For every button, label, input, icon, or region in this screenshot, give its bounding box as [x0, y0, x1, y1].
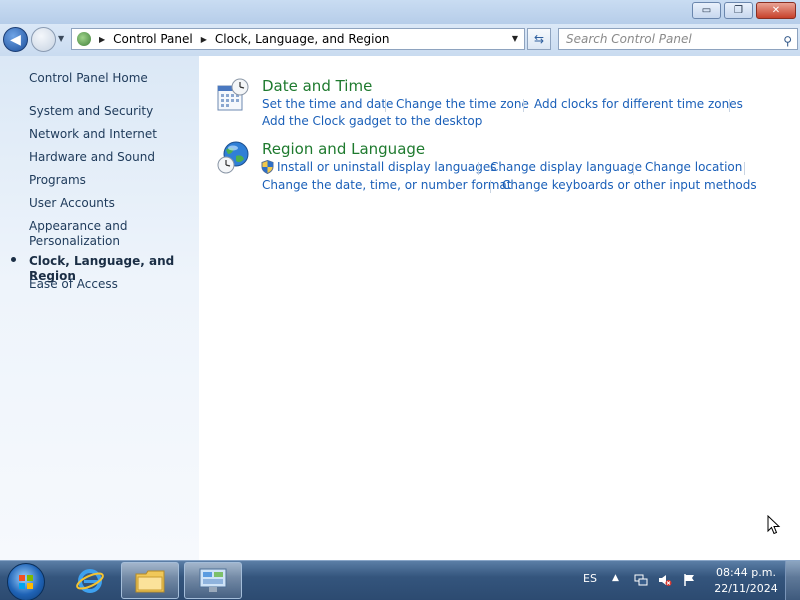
breadcrumb-clock-language-region[interactable]: Clock, Language, and Region: [215, 32, 390, 46]
link-divider: [490, 180, 491, 193]
network-icon[interactable]: [634, 573, 648, 587]
refresh-button[interactable]: ⇆: [527, 28, 551, 50]
globe-clock-icon[interactable]: [216, 140, 250, 174]
sidebar-item-control-panel-home[interactable]: Control Panel Home: [29, 71, 148, 86]
main-content: Date and Time Set the time and date Chan…: [199, 56, 800, 560]
breadcrumb-separator-icon[interactable]: ▶: [99, 35, 105, 44]
link-divider: [633, 162, 634, 175]
clock-date: 22/11/2024: [714, 582, 778, 595]
link-divider: [385, 99, 386, 112]
link-change-time-zone[interactable]: Change the time zone: [396, 97, 529, 111]
category-region-language-title[interactable]: Region and Language: [262, 140, 425, 158]
taskbar-control-panel[interactable]: [184, 562, 242, 599]
refresh-icon: ⇆: [533, 32, 545, 46]
sidebar-item-appearance[interactable]: Appearance and: [29, 219, 127, 234]
internet-explorer-icon: [76, 569, 104, 593]
link-change-date-time-format[interactable]: Change the date, time, or number format: [262, 178, 511, 192]
taskbar: ES ▲ 08:44 p.m. 22/11/2024: [0, 560, 800, 600]
search-icon[interactable]: ⚲: [783, 31, 792, 51]
sidebar-item-system-security[interactable]: System and Security: [29, 104, 153, 119]
sidebar-item-hardware-sound[interactable]: Hardware and Sound: [29, 150, 155, 165]
breadcrumb-control-panel[interactable]: Control Panel: [113, 32, 193, 46]
link-divider: [523, 99, 524, 112]
maximize-button[interactable]: ❐: [724, 2, 753, 19]
search-input[interactable]: Search Control Panel ⚲: [558, 28, 798, 50]
control-panel-icon: [199, 568, 227, 592]
link-set-time-date[interactable]: Set the time and date: [262, 97, 393, 111]
link-divider: [478, 162, 479, 175]
forward-button[interactable]: [31, 27, 56, 52]
window-titlebar: ▭ ❐ ✕: [0, 0, 800, 24]
show-hidden-icons-icon[interactable]: ▲: [612, 573, 619, 583]
taskbar-internet-explorer[interactable]: [70, 563, 110, 599]
volume-muted-icon[interactable]: [658, 573, 672, 587]
link-add-clock-gadget[interactable]: Add the Clock gadget to the desktop: [262, 114, 482, 128]
sidebar-item-user-accounts[interactable]: User Accounts: [29, 196, 115, 211]
link-change-display-language[interactable]: Change display language: [490, 160, 642, 174]
link-install-display-languages[interactable]: Install or uninstall display languages: [277, 160, 497, 174]
back-button[interactable]: ◀: [3, 27, 28, 52]
clock-time: 08:44 p.m.: [716, 566, 776, 579]
start-button[interactable]: [7, 563, 45, 600]
link-divider: [729, 99, 730, 112]
taskbar-windows-explorer[interactable]: [121, 562, 179, 599]
sidebar-item-ease-of-access[interactable]: Ease of Access: [29, 277, 118, 292]
navigation-bar: ◀ ▼ ▶ Control Panel ▶ Clock, Language, a…: [0, 24, 800, 56]
sidebar: Control Panel Home System and Security N…: [0, 56, 199, 560]
breadcrumb-separator-icon[interactable]: ▶: [201, 35, 207, 44]
system-clock[interactable]: 08:44 p.m. 22/11/2024: [710, 565, 782, 597]
action-center-flag-icon[interactable]: [683, 573, 697, 587]
sidebar-item-programs[interactable]: Programs: [29, 173, 86, 188]
back-arrow-icon: ◀: [10, 31, 21, 48]
link-change-keyboards[interactable]: Change keyboards or other input methods: [502, 178, 757, 192]
control-panel-icon: [77, 32, 91, 46]
category-date-time-title[interactable]: Date and Time: [262, 77, 372, 95]
minimize-button[interactable]: ▭: [692, 2, 721, 19]
address-dropdown-icon[interactable]: ▼: [512, 34, 518, 43]
active-bullet-icon: [11, 257, 16, 262]
address-bar[interactable]: ▶ Control Panel ▶ Clock, Language, and R…: [71, 28, 525, 50]
sidebar-item-personalization[interactable]: Personalization: [29, 234, 120, 249]
mouse-cursor-icon: [767, 515, 781, 535]
search-placeholder: Search Control Panel: [566, 32, 692, 46]
windows-logo-icon: [19, 575, 33, 589]
language-indicator[interactable]: ES: [583, 572, 597, 585]
link-change-location[interactable]: Change location: [645, 160, 742, 174]
close-button[interactable]: ✕: [756, 2, 796, 19]
window-controls: ▭ ❐ ✕: [692, 2, 796, 19]
link-add-clocks[interactable]: Add clocks for different time zones: [534, 97, 743, 111]
sidebar-item-network-internet[interactable]: Network and Internet: [29, 127, 157, 142]
show-desktop-button[interactable]: [785, 561, 800, 600]
uac-shield-icon: [261, 160, 274, 174]
history-dropdown-icon[interactable]: ▼: [58, 34, 64, 43]
link-divider: [744, 162, 745, 175]
calendar-clock-icon[interactable]: [216, 78, 250, 112]
folder-icon: [135, 570, 165, 592]
